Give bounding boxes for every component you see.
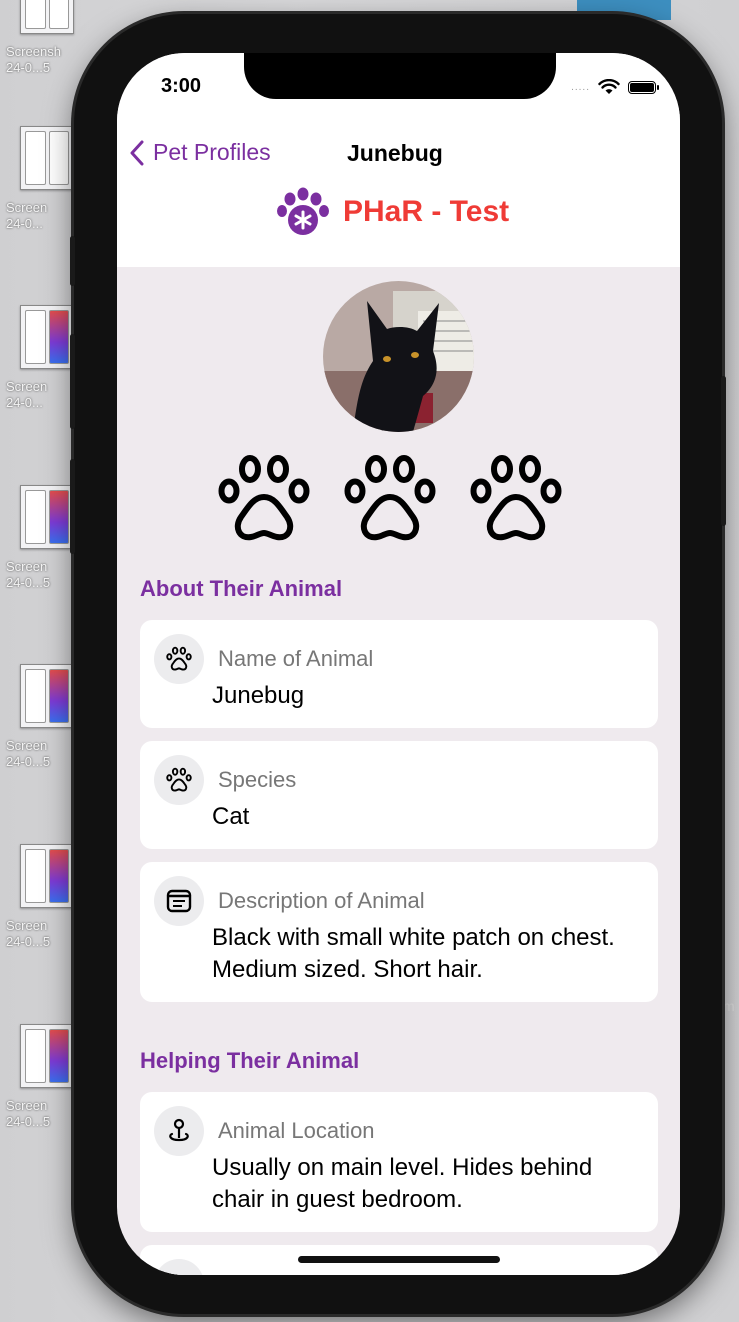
field-value: Junebug <box>212 682 305 709</box>
paw-rating <box>217 453 563 545</box>
paw-icon <box>166 646 192 671</box>
paw-icon <box>166 767 192 792</box>
section-title-about: About Their Animal <box>140 576 343 601</box>
file-thumbnail <box>20 844 74 908</box>
field-value: Black with small white patch on chest. M… <box>212 924 615 983</box>
file-thumbnail <box>20 305 74 369</box>
pet-avatar[interactable] <box>323 281 474 432</box>
status-time: 3:00 <box>161 75 202 97</box>
desktop-text-fragment: m <box>723 998 735 1014</box>
field-label: Species <box>218 767 297 792</box>
field-value: Cat <box>212 803 250 830</box>
power-button <box>721 376 726 526</box>
note-icon <box>166 889 192 913</box>
volume-up-button <box>70 334 75 429</box>
cat-photo <box>323 281 474 432</box>
field-label: Name of Animal <box>218 646 374 671</box>
file-thumbnail <box>20 0 74 34</box>
back-button[interactable]: Pet Profiles <box>129 139 271 166</box>
field-card-location[interactable]: Animal Location Usually on main level. H… <box>140 1092 658 1232</box>
paw-rating-icon <box>344 455 436 541</box>
field-value: Usually on main level. Hides behind chai… <box>212 1154 593 1213</box>
location-pin-icon <box>169 1118 189 1142</box>
wifi-icon <box>598 79 620 94</box>
file-label: Screensh <box>6 44 61 59</box>
chevron-left-icon <box>130 140 144 165</box>
status-indicators: ..... <box>571 79 659 95</box>
signal-indicator: ..... <box>571 81 590 93</box>
field-icon-container <box>154 1106 204 1156</box>
page-title: Junebug <box>347 140 443 166</box>
brand-paw-logo-icon <box>277 187 329 235</box>
mute-switch <box>70 236 75 286</box>
section-title-helping: Helping Their Animal <box>140 1048 360 1073</box>
field-icon-container <box>154 876 204 926</box>
field-card-species[interactable]: Species Cat <box>140 741 658 849</box>
field-label: Animal Location <box>218 1118 375 1143</box>
field-card-description[interactable]: Description of Animal Black with small w… <box>140 862 658 1002</box>
paw-rating-icon <box>218 455 310 541</box>
back-button-label: Pet Profiles <box>153 139 271 165</box>
volume-down-button <box>70 459 75 554</box>
file-thumbnail <box>20 664 74 728</box>
home-indicator[interactable] <box>298 1256 500 1263</box>
field-card-name[interactable]: Name of Animal Junebug <box>140 620 658 728</box>
file-thumbnail <box>20 126 74 190</box>
phone-screen: 3:00 ..... Pet Profiles Junebug PHaR - T… <box>117 53 680 1275</box>
field-icon-container <box>154 755 204 805</box>
field-label: Description of Animal <box>218 888 425 913</box>
field-icon-container <box>154 1259 204 1275</box>
battery-icon <box>628 80 659 94</box>
field-icon-container <box>154 634 204 684</box>
file-thumbnail <box>20 1024 74 1088</box>
paw-rating-icon <box>470 455 562 541</box>
brand-name: PHaR - Test <box>343 195 510 228</box>
phone-notch <box>244 53 556 99</box>
file-thumbnail <box>20 485 74 549</box>
app-brand: PHaR - Test <box>277 187 509 237</box>
